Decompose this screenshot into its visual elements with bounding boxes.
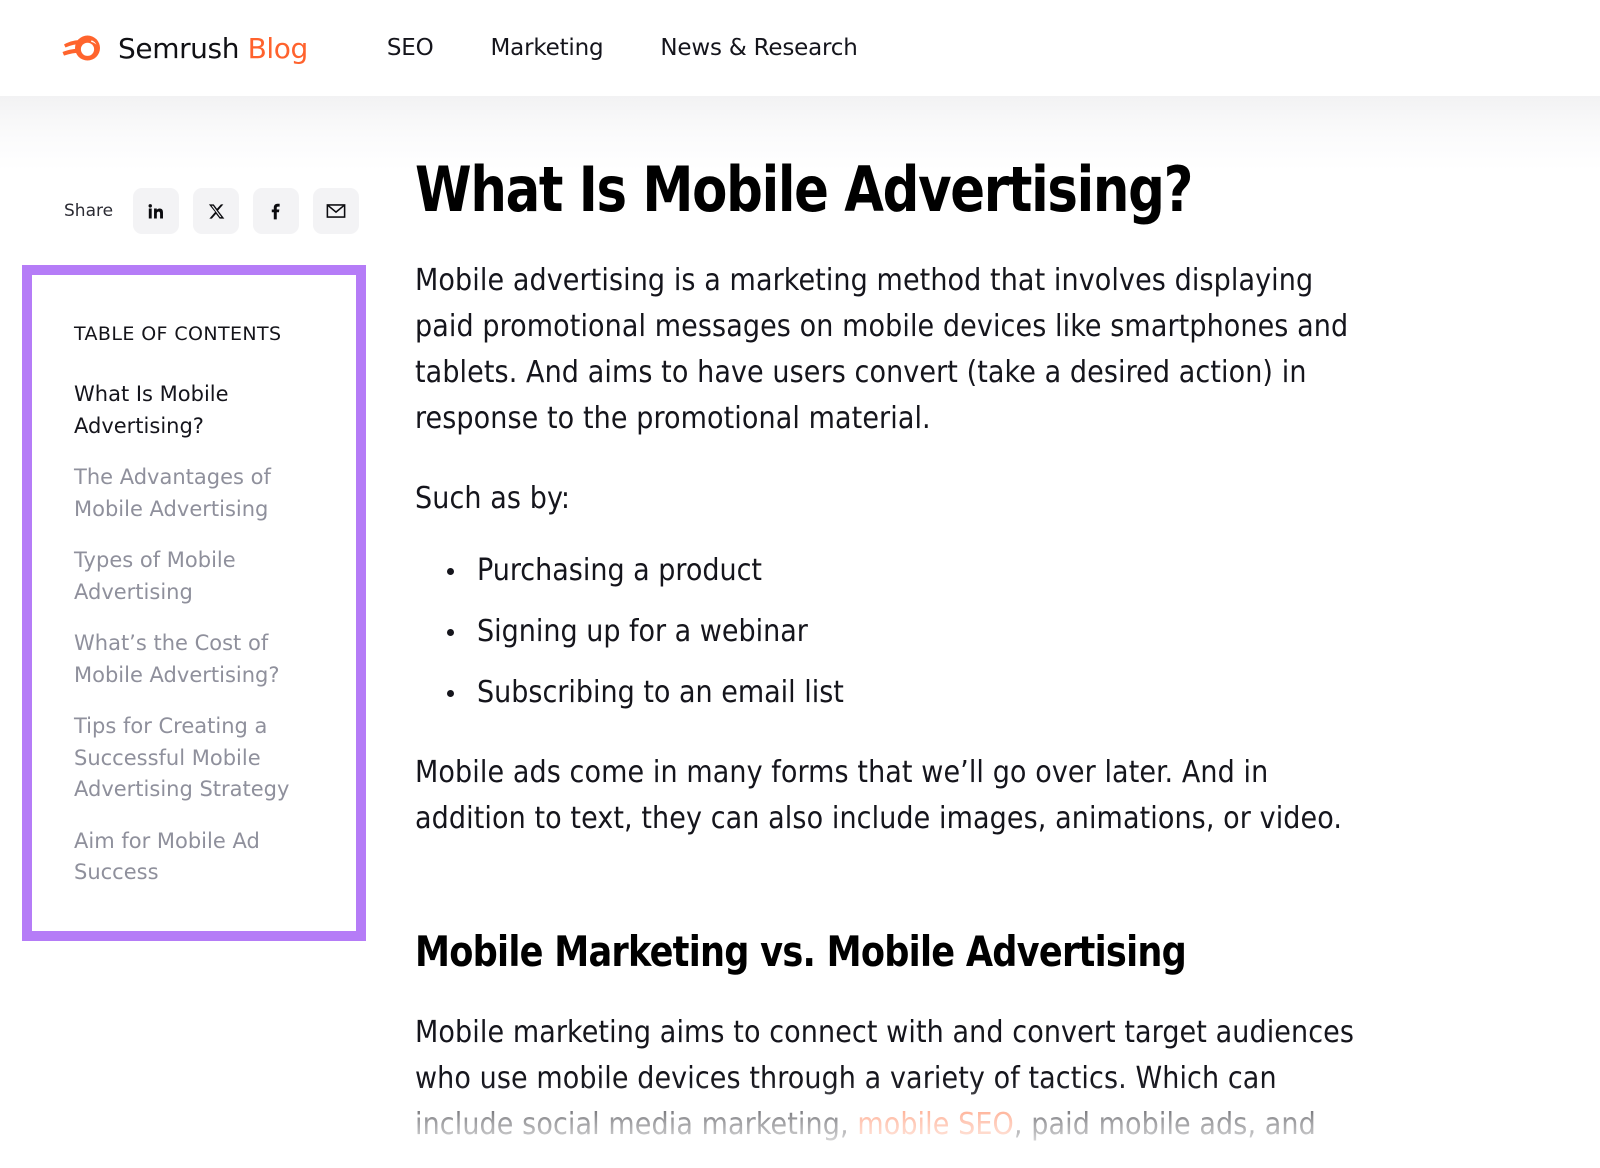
site-header: Semrush Blog SEO Marketing News & Resear… xyxy=(0,0,1600,96)
section-heading-mobile-marketing-vs: Mobile Marketing vs. Mobile Advertising xyxy=(415,927,1187,977)
list-item: Types of Mobile Advertising xyxy=(74,545,328,608)
toc-list: What Is Mobile Advertising? The Advantag… xyxy=(74,379,328,889)
share-label: Share xyxy=(64,201,114,221)
list-item: Signing up for a webinar xyxy=(447,609,1390,655)
article-paragraph-4: Mobile marketing aims to connect with an… xyxy=(415,1010,1365,1148)
toc-link-tips-strategy[interactable]: Tips for Creating a Successful Mobile Ad… xyxy=(74,711,328,806)
toc-link-aim-for-success[interactable]: Aim for Mobile Ad Success xyxy=(74,826,328,889)
facebook-icon xyxy=(266,201,287,222)
article-paragraph-3: Mobile ads come in many forms that we’ll… xyxy=(415,755,1343,837)
brand-text: Semrush Blog xyxy=(118,32,308,65)
paragraph-4-text-part-2: , paid mobile ads, and xyxy=(1013,1107,1316,1143)
list-item: What’s the Cost of Mobile Advertising? xyxy=(74,628,328,691)
toc-link-cost[interactable]: What’s the Cost of Mobile Advertising? xyxy=(74,628,328,691)
nav-item-seo[interactable]: SEO xyxy=(387,35,434,61)
email-icon xyxy=(325,200,347,222)
brand-name: Semrush xyxy=(118,31,240,65)
article-paragraph-2: Such as by: xyxy=(415,481,571,517)
list-item: Aim for Mobile Ad Success xyxy=(74,826,328,889)
list-item: Purchasing a product xyxy=(447,548,1390,594)
page-body: Share TABLE OF CONTENTS What Is Mobile A… xyxy=(0,96,1600,1168)
list-item: The Advantages of Mobile Advertising xyxy=(74,462,328,525)
linkedin-icon xyxy=(146,201,167,222)
brand-suffix: Blog xyxy=(247,31,309,65)
brand-logo-link[interactable]: Semrush Blog xyxy=(62,31,308,65)
nav-item-marketing[interactable]: Marketing xyxy=(491,35,604,61)
toc-title: TABLE OF CONTENTS xyxy=(74,323,282,345)
inline-link-mobile-seo[interactable]: mobile SEO xyxy=(857,1107,1014,1142)
nav-item-news-research[interactable]: News & Research xyxy=(660,35,857,61)
semrush-comet-icon xyxy=(62,31,104,65)
share-button-facebook[interactable] xyxy=(253,188,300,234)
article-paragraph-1: Mobile advertising is a marketing method… xyxy=(415,263,1349,437)
main-nav: SEO Marketing News & Research xyxy=(387,35,858,61)
share-button-linkedin[interactable] xyxy=(133,188,180,234)
toc-link-what-is-mobile-advertising[interactable]: What Is Mobile Advertising? xyxy=(74,379,328,442)
list-item: What Is Mobile Advertising? xyxy=(74,379,328,442)
x-twitter-icon xyxy=(207,202,226,221)
toc-link-advantages[interactable]: The Advantages of Mobile Advertising xyxy=(74,462,328,525)
share-button-x-twitter[interactable] xyxy=(193,188,240,234)
toc-link-types[interactable]: Types of Mobile Advertising xyxy=(74,545,328,608)
list-item: Tips for Creating a Successful Mobile Ad… xyxy=(74,711,328,806)
article-content: What Is Mobile Advertising? Mobile adver… xyxy=(415,96,1390,1148)
list-item: Subscribing to an email list xyxy=(447,670,1390,716)
share-bar: Share xyxy=(64,188,360,234)
table-of-contents: TABLE OF CONTENTS What Is Mobile Adverti… xyxy=(22,265,366,941)
page-title: What Is Mobile Advertising? xyxy=(415,153,1193,226)
share-button-email[interactable] xyxy=(313,188,360,234)
article-bullet-list: Purchasing a product Signing up for a we… xyxy=(415,548,1390,716)
